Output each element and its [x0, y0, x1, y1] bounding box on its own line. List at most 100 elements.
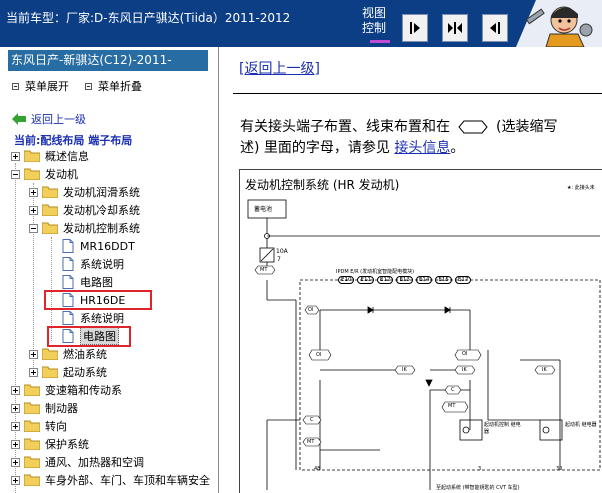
- document-icon: [62, 275, 74, 289]
- relay2-label: 起动机 继电器: [565, 422, 597, 428]
- folder-icon: [24, 384, 40, 396]
- view-label-line1: 视图: [362, 6, 387, 20]
- show-left-pane-button[interactable]: [402, 14, 428, 42]
- connector-c-2: C: [310, 417, 314, 423]
- connector-mt-1: MT: [260, 267, 268, 273]
- top-bar: 当前车型：厂家:D-东风日产骐达(Tiida）2011-2012 视图 控制: [0, 0, 602, 47]
- panel-header: 东风日产-新骐达(C12)-2011-: [8, 50, 208, 71]
- collapse-icon[interactable]: [29, 223, 38, 233]
- arrow-right-bar-icon: [410, 22, 420, 34]
- tree-item-steering[interactable]: 转向: [11, 417, 67, 435]
- collapse-all-button[interactable]: 菜单折叠: [85, 78, 142, 94]
- connector-oi-2: OI: [462, 351, 468, 357]
- tree-item-engine-lubrication[interactable]: 发动机润滑系统: [29, 183, 140, 201]
- tree-item-overview[interactable]: 概述信息: [11, 147, 89, 165]
- highlight-box-hr16de: [44, 290, 152, 310]
- folder-icon: [42, 186, 58, 198]
- connector-oi-1: OI: [308, 307, 314, 313]
- tree-item-brakes[interactable]: 制动器: [11, 399, 78, 417]
- folder-icon: [24, 150, 40, 162]
- document-icon: [62, 239, 74, 253]
- highlight-box-circuit-diagram: [47, 326, 131, 347]
- wiring-diagram: 发动机控制系统 (HR 发动机) ★: 此接头未 蓄电池 10A 7 MT IP…: [239, 169, 602, 493]
- expand-icon[interactable]: [29, 205, 38, 215]
- arrow-left-bar-icon: [490, 22, 500, 34]
- tree-item-circuit-diagram-1[interactable]: 电路图: [62, 273, 113, 291]
- tree-item-engine-control[interactable]: 发动机控制系统: [29, 219, 140, 237]
- folder-icon: [42, 348, 58, 360]
- current-car-model: 当前车型：厂家:D-东风日产骐达(Tiida）2011-2012: [6, 11, 291, 25]
- tree-item-mr16ddt[interactable]: MR16DDT: [62, 237, 135, 255]
- expand-icon[interactable]: [11, 475, 20, 485]
- folder-icon: [42, 366, 58, 378]
- back-arrow-icon: [12, 113, 26, 125]
- connector-c-1: C: [451, 387, 455, 393]
- connector-info-link[interactable]: 接头信息: [394, 140, 450, 156]
- document-icon: [62, 257, 74, 271]
- folder-icon: [24, 474, 40, 486]
- expand-icon[interactable]: [11, 421, 20, 431]
- connector-hexagon-icon: [458, 120, 488, 134]
- navigation-pane: 东风日产-新骐达(C12)-2011- 菜单展开 菜单折叠 返回上一级 当前:配…: [0, 47, 219, 493]
- menu-icon: [85, 82, 92, 90]
- connector-ik-1: IK: [402, 367, 407, 373]
- expand-icon[interactable]: [29, 187, 38, 197]
- expand-icon[interactable]: [11, 439, 20, 449]
- folder-open-icon: [42, 222, 58, 234]
- pin-3: 3: [478, 466, 482, 472]
- tree-item-transmission[interactable]: 变速箱和传动系: [11, 381, 122, 399]
- tree-item-system-description-2[interactable]: 系统说明: [62, 309, 124, 327]
- content-divider: [233, 93, 602, 94]
- tree-item-engine-cooling[interactable]: 发动机冷却系统: [29, 201, 140, 219]
- tree-item-starting-system[interactable]: 起动系统: [29, 363, 107, 381]
- document-icon: [62, 311, 74, 325]
- relay1-label: 起动机控制 继电器: [484, 422, 521, 435]
- battery-label: 蓄电池: [254, 206, 273, 213]
- menu-icon: [12, 82, 19, 90]
- show-right-pane-button[interactable]: [482, 14, 508, 42]
- content-pane: [返回上一级] 有关接头端子布置、线束布置和在 (选装缩写 述) 里面的字母，请参…: [233, 47, 602, 493]
- expand-icon[interactable]: [11, 385, 20, 395]
- folder-icon: [24, 438, 40, 450]
- expand-icon[interactable]: [29, 349, 38, 359]
- current-location: 当前:配线布局 端子布局: [14, 134, 133, 147]
- folder-open-icon: [24, 168, 40, 180]
- expand-icon[interactable]: [11, 151, 20, 161]
- pin-30: 30: [556, 466, 563, 472]
- tree-item-body-exterior[interactable]: 车身外部、车门、车顶和车辆安全: [11, 471, 210, 489]
- fuse-number: 7: [277, 256, 281, 263]
- mechanic-mascot-icon: [516, 0, 602, 47]
- tree-item-fuel-system[interactable]: 燃油系统: [29, 345, 107, 363]
- view-label-line2: 控制: [362, 21, 387, 35]
- connector-mt-2: MT: [448, 403, 456, 409]
- expand-icon[interactable]: [11, 457, 20, 467]
- split-arrows-icon: [448, 22, 462, 34]
- collapse-all-label: 菜单折叠: [98, 80, 142, 93]
- connector-ik-2: IK: [462, 367, 467, 373]
- connector-ik-3: IK: [542, 367, 547, 373]
- info-text-line2: 述) 里面的字母，请参见 接头信息。: [240, 140, 465, 156]
- expand-icon[interactable]: [11, 403, 20, 413]
- pin-48: 48: [314, 466, 321, 472]
- ipdm-connectors: E10 E11 E12 E13 E14 E15 E17: [338, 276, 472, 284]
- tree-item-hvac[interactable]: 通风、加热器和空调: [11, 453, 144, 471]
- folder-icon: [42, 204, 58, 216]
- return-previous-link[interactable]: [返回上一级]: [239, 58, 320, 78]
- expand-all-label: 菜单展开: [25, 80, 69, 93]
- back-up-link[interactable]: 返回上一级: [12, 111, 86, 127]
- back-up-label: 返回上一级: [31, 113, 86, 126]
- tree-item-protection-system[interactable]: 保护系统: [11, 435, 89, 453]
- tree-item-engine[interactable]: 发动机: [11, 165, 78, 183]
- bottom-note: 至起动系统 (带智能钥匙的 CVT 车型): [436, 485, 520, 491]
- folder-icon: [24, 456, 40, 468]
- expand-icon[interactable]: [29, 367, 38, 377]
- fuse-rating: 10A: [276, 248, 288, 255]
- split-view-button[interactable]: [442, 14, 468, 42]
- expand-all-button[interactable]: 菜单展开: [12, 78, 69, 94]
- info-text-line1: 有关接头端子布置、线束布置和在 (选装缩写: [240, 119, 558, 135]
- tree-item-system-description-1[interactable]: 系统说明: [62, 255, 124, 273]
- folder-icon: [24, 402, 40, 414]
- folder-icon: [24, 420, 40, 432]
- view-control-label: 视图 控制: [362, 6, 394, 43]
- collapse-icon[interactable]: [11, 169, 20, 179]
